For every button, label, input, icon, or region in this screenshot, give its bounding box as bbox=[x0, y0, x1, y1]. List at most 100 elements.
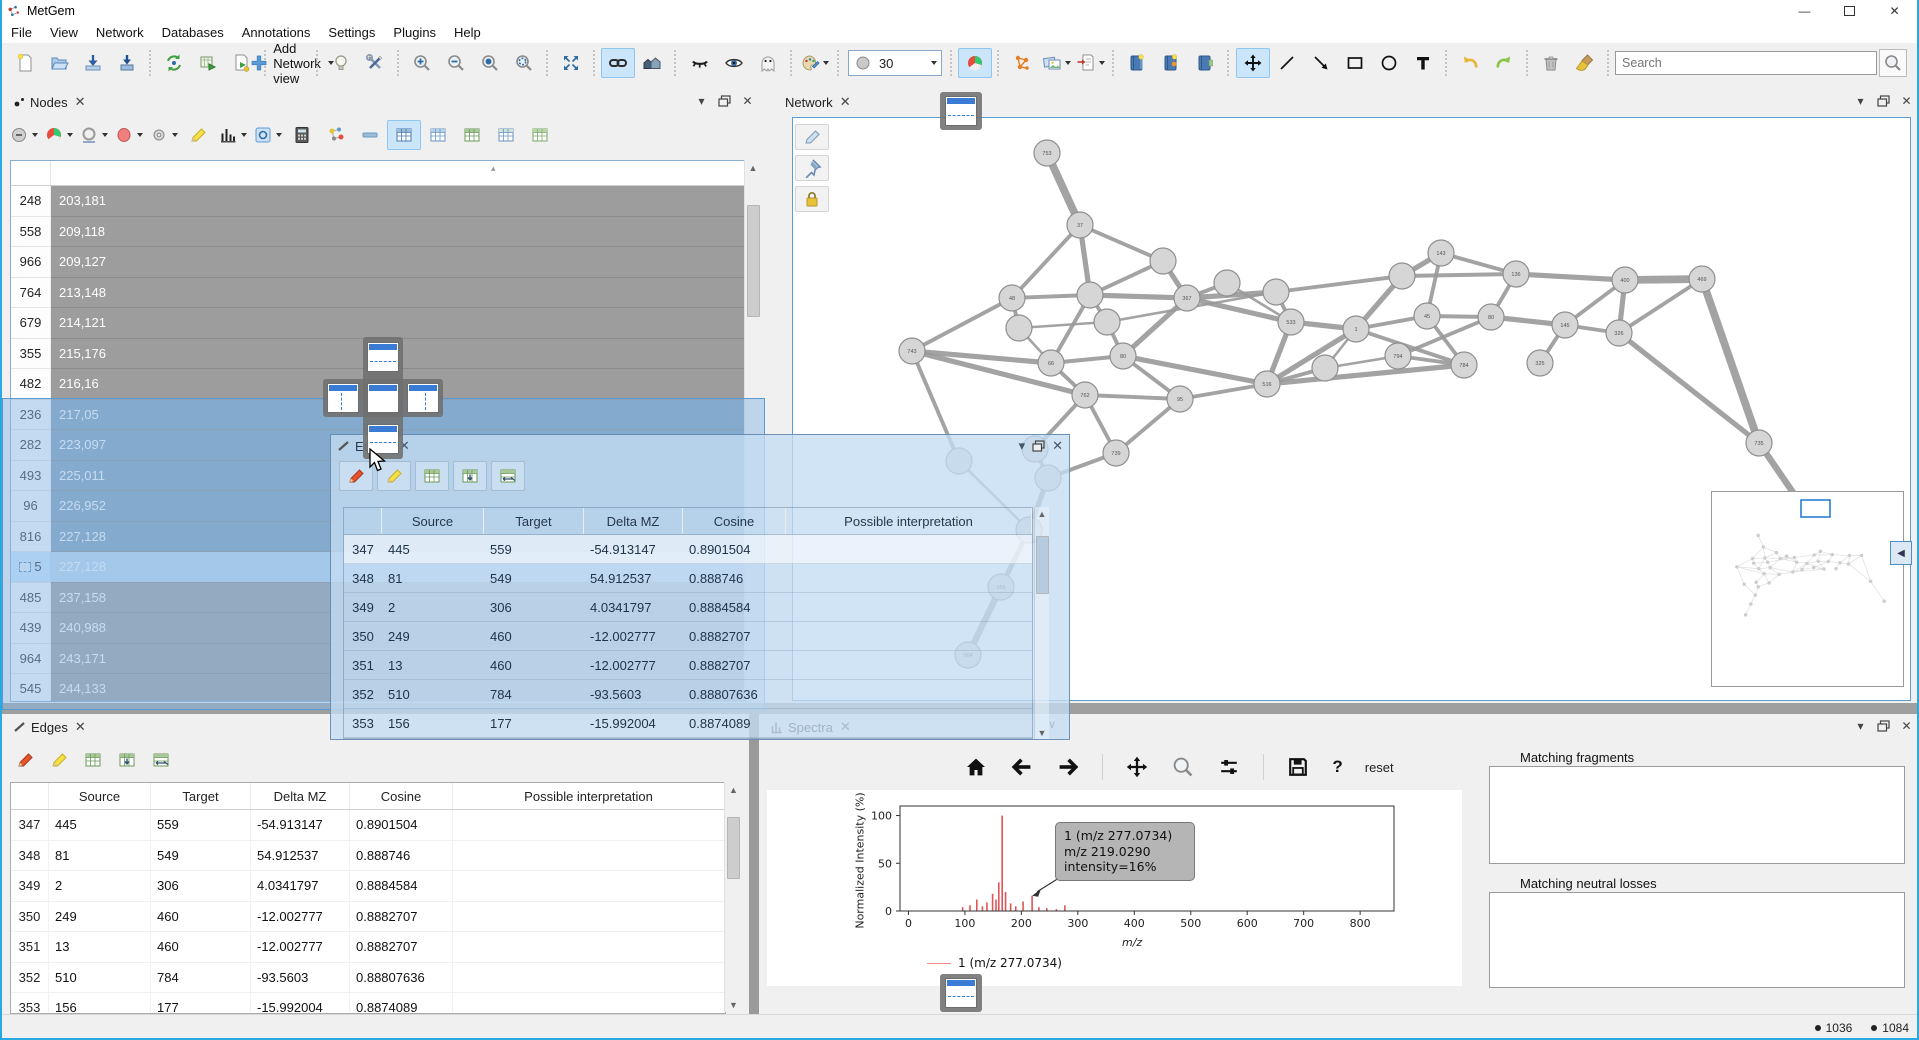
column-header-Delta MZ[interactable]: Delta MZ bbox=[251, 783, 350, 809]
arrow-tool-button[interactable] bbox=[1304, 48, 1338, 78]
close-button[interactable]: ✕ bbox=[1872, 0, 1917, 22]
nodes-dock-float-button[interactable] bbox=[716, 93, 733, 108]
highlight-yellow-button[interactable] bbox=[42, 745, 76, 775]
graph-node[interactable]: 66 bbox=[1038, 350, 1064, 376]
graph-node[interactable]: 80 bbox=[1478, 304, 1504, 330]
graph-node[interactable]: 80 bbox=[1110, 343, 1136, 369]
dock-guide-top[interactable] bbox=[367, 342, 399, 372]
matching-dock-float-button[interactable] bbox=[1875, 718, 1892, 733]
sort-indicator-icon[interactable]: ▴ bbox=[491, 163, 496, 174]
export-image-button[interactable] bbox=[1039, 48, 1073, 78]
menu-annotations[interactable]: Annotations bbox=[233, 23, 320, 42]
highlight-red-button[interactable] bbox=[8, 745, 42, 775]
menu-file[interactable]: File bbox=[2, 23, 41, 42]
undo-button[interactable] bbox=[1453, 48, 1487, 78]
ghost-mode-button[interactable] bbox=[751, 48, 785, 78]
hide-items-button[interactable] bbox=[683, 48, 717, 78]
graph-node[interactable] bbox=[1150, 248, 1176, 274]
dock-guide-bottom-edge[interactable] bbox=[940, 974, 982, 1012]
network-layout-button[interactable] bbox=[1005, 48, 1039, 78]
floating-table-scrollbar[interactable]: ▲ ▼ bbox=[1034, 507, 1049, 739]
edges-table-row[interactable]: 35113460-12.0027770.8882707 bbox=[11, 932, 725, 963]
network-dock-close-button[interactable]: ✕ bbox=[1898, 93, 1915, 108]
menu-databases[interactable]: Databases bbox=[153, 23, 233, 42]
edges-table-row[interactable]: 353156177-15.9920040.8874089 bbox=[11, 993, 725, 1014]
column-header-Target[interactable]: Target bbox=[484, 508, 584, 534]
tab-network[interactable]: Network ✕ bbox=[778, 91, 858, 113]
spectrum-hint-button[interactable] bbox=[324, 48, 358, 78]
graph-node[interactable] bbox=[1312, 355, 1338, 381]
show-items-button[interactable] bbox=[717, 48, 751, 78]
edges-table-row[interactable]: 34923064.03417970.8884584 bbox=[11, 871, 725, 902]
graph-node[interactable] bbox=[1006, 315, 1032, 341]
matching-dock-menu-button[interactable]: ▾ bbox=[1852, 718, 1869, 733]
save-file-button[interactable] bbox=[76, 48, 110, 78]
graph-node[interactable]: 326 bbox=[1606, 320, 1632, 346]
open-file-button[interactable] bbox=[42, 48, 76, 78]
graph-node[interactable]: 400 bbox=[1612, 267, 1638, 293]
rectangle-tool-button[interactable] bbox=[1338, 48, 1372, 78]
plain-notebook-button[interactable] bbox=[1188, 48, 1222, 78]
title-bar[interactable]: MetGem — ✕ bbox=[2, 0, 1917, 22]
resize-rows-button[interactable] bbox=[110, 745, 144, 775]
graph-node[interactable]: 739 bbox=[1103, 440, 1129, 466]
graph-node[interactable]: 743 bbox=[899, 338, 925, 364]
ellipse-tool-button[interactable] bbox=[1372, 48, 1406, 78]
edges-tab-close-icon[interactable]: ✕ bbox=[75, 719, 86, 735]
resize-columns-button[interactable] bbox=[144, 745, 178, 775]
edges-table-row[interactable]: 350249460-12.0027770.8882707 bbox=[11, 902, 725, 933]
pie-charts-button[interactable] bbox=[958, 48, 992, 78]
reset-button[interactable]: reset bbox=[1365, 760, 1394, 775]
annotations-notebook-button[interactable] bbox=[1154, 48, 1188, 78]
save-file-as-button[interactable] bbox=[110, 48, 144, 78]
graph-node[interactable] bbox=[1094, 309, 1120, 335]
graph-node[interactable]: 48 bbox=[999, 285, 1025, 311]
table-view-e-button[interactable] bbox=[523, 120, 557, 150]
table-view-c-button[interactable] bbox=[455, 120, 489, 150]
formula-calculator-button[interactable] bbox=[285, 120, 319, 150]
graph-node[interactable]: 95 bbox=[1167, 386, 1193, 412]
graph-node[interactable]: 794 bbox=[1385, 343, 1411, 369]
text-tool-button[interactable] bbox=[1406, 48, 1440, 78]
spectrum-plot[interactable]: 0100200300400500600700800050100 Normaliz… bbox=[767, 790, 1462, 986]
column-header-row[interactable] bbox=[344, 508, 382, 534]
dock-guide-left[interactable] bbox=[327, 383, 359, 413]
configure-subplots-button[interactable] bbox=[1217, 755, 1241, 779]
zoom-plot-button[interactable] bbox=[1171, 755, 1195, 779]
nodes-table-row[interactable]: 764213,148 bbox=[11, 278, 745, 309]
show-linked-nodes-button[interactable] bbox=[601, 48, 635, 78]
edges-table-row[interactable]: 347445559-54.9131470.8901504 bbox=[344, 535, 1032, 564]
minimap-viewport[interactable] bbox=[1801, 500, 1830, 517]
network-minimap[interactable] bbox=[1711, 491, 1904, 687]
home-button[interactable] bbox=[964, 755, 988, 779]
graph-node[interactable]: 735 bbox=[1746, 430, 1772, 456]
nodes-table-row[interactable]: 679214,121 bbox=[11, 308, 745, 339]
network-tab-close-icon[interactable]: ✕ bbox=[840, 94, 851, 110]
zoom-to-fit-button[interactable] bbox=[473, 48, 507, 78]
redo-button[interactable] bbox=[1487, 48, 1521, 78]
node-fill-color-button[interactable] bbox=[111, 120, 146, 150]
color-palette-button[interactable] bbox=[798, 48, 832, 78]
nodes-table-row[interactable]: 248203,181 bbox=[11, 186, 745, 217]
resize-columns-button[interactable] bbox=[491, 461, 525, 491]
graph-node[interactable] bbox=[1077, 282, 1103, 308]
node-border-button[interactable] bbox=[146, 120, 181, 150]
column-header-row[interactable] bbox=[11, 783, 49, 809]
floating-panel-menu-button[interactable]: ▾ bbox=[1019, 438, 1026, 454]
collapse-rows-button[interactable] bbox=[353, 120, 387, 150]
edges-table-row[interactable]: 352510784-93.56030.88807636 bbox=[11, 963, 725, 994]
matching-neutral-losses-box[interactable] bbox=[1489, 892, 1905, 988]
table-view-b-button[interactable] bbox=[421, 120, 455, 150]
graph-node[interactable]: 37 bbox=[1067, 212, 1093, 238]
graph-node[interactable]: 45 bbox=[1414, 303, 1440, 329]
network-dock-float-button[interactable] bbox=[1875, 93, 1892, 108]
network-dock-menu-button[interactable]: ▾ bbox=[1852, 93, 1869, 108]
graph-node[interactable] bbox=[1389, 263, 1415, 289]
floating-edges-panel[interactable]: Edges ✕ ▾ ✕ SourceTargetDelta MZCosinePo… bbox=[330, 434, 1070, 740]
new-file-button[interactable] bbox=[8, 48, 42, 78]
edges-table-scrollbar[interactable]: ▲ ▼ bbox=[724, 782, 742, 1012]
tab-nodes[interactable]: Nodes ✕ bbox=[6, 91, 92, 113]
pan-tool-button[interactable] bbox=[1236, 48, 1270, 78]
show-neighbors-button[interactable] bbox=[635, 48, 669, 78]
edges-table-row[interactable]: 350249460-12.0027770.8882707 bbox=[344, 622, 1032, 651]
